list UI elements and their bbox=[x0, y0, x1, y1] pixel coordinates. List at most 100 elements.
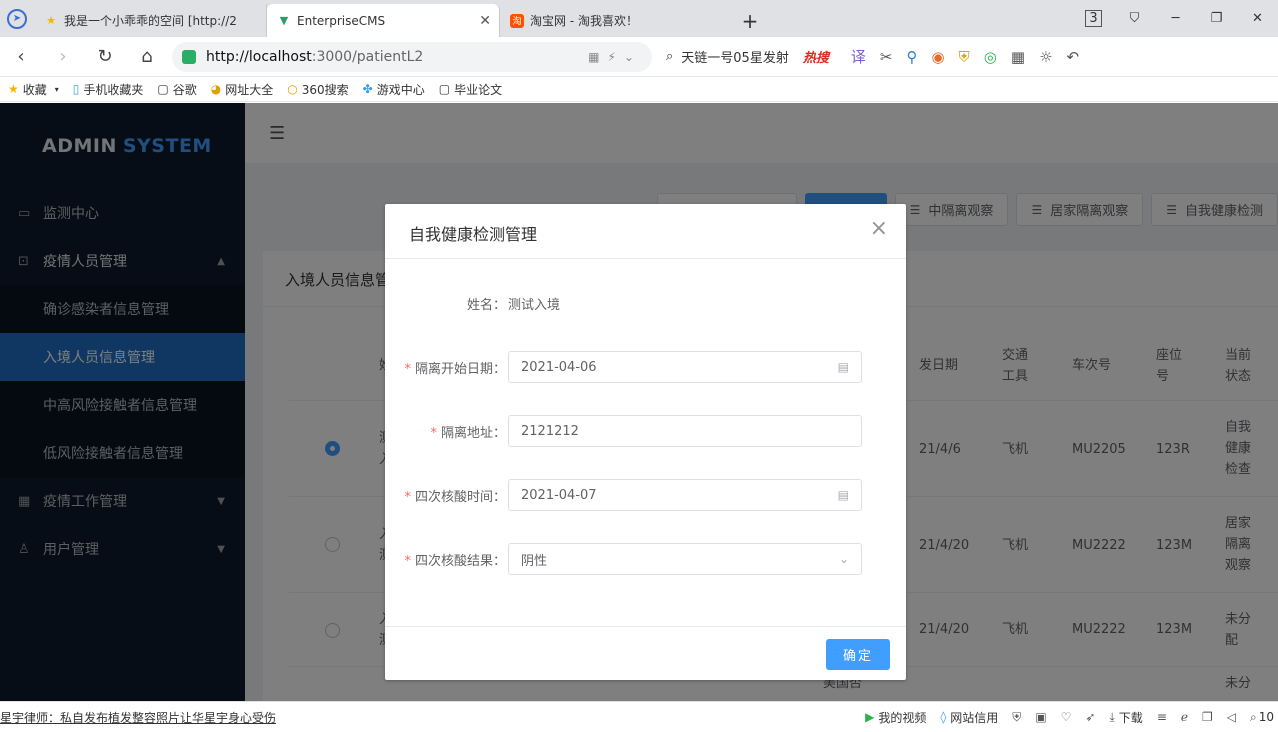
address-label: * 隔离地址： bbox=[385, 422, 508, 441]
form-row-name: 姓名： 测试入境 bbox=[385, 287, 906, 319]
status-label: 网站信用 bbox=[950, 710, 999, 725]
search-icon: ⌕ bbox=[666, 49, 674, 64]
status-label: 我的视频 bbox=[878, 710, 927, 725]
download-item[interactable]: ⤓ 下载 bbox=[1109, 709, 1142, 726]
dialog-title: 自我健康检测管理 bbox=[409, 225, 538, 244]
bookmark-360[interactable]: ○ 360搜索 bbox=[287, 81, 348, 98]
address-input[interactable]: 2121212 bbox=[508, 415, 862, 447]
browser-tab-3[interactable]: 淘 淘宝网 - 淘我喜欢！ bbox=[500, 4, 733, 37]
zoom-item[interactable]: ⌕ 10 bbox=[1250, 710, 1274, 725]
heart-icon[interactable]: ♡ bbox=[1061, 710, 1072, 724]
bookmark-favorites[interactable]: ★ 收藏 ▾ bbox=[8, 81, 59, 98]
hot-label: 热搜 bbox=[802, 51, 829, 66]
bookmark-label: 谷歌 bbox=[172, 82, 197, 97]
tab-count-badge[interactable]: 3 bbox=[1073, 10, 1114, 27]
star-icon: ★ bbox=[46, 14, 56, 27]
phone-icon: ▯ bbox=[72, 82, 80, 96]
test-result-select[interactable]: 阴性 ⌄ bbox=[508, 543, 862, 575]
page-icon: ▢ bbox=[438, 82, 451, 96]
news-ticker[interactable]: 星宇律师：私自发布植发整容照片让华星宇身心受伤 bbox=[0, 709, 520, 726]
minimize-icon[interactable]: ─ bbox=[1155, 11, 1196, 26]
bookmark-label: 360搜索 bbox=[301, 82, 349, 97]
compass-icon: ➤ bbox=[7, 8, 27, 29]
home-icon[interactable]: ⌂ bbox=[126, 46, 168, 67]
back-icon[interactable]: ‹ bbox=[0, 46, 42, 67]
download-icon: ⤓ bbox=[1109, 709, 1115, 724]
confirm-button[interactable]: 确定 bbox=[826, 639, 890, 670]
url-path: :3000/patientL2 bbox=[311, 48, 424, 65]
scissors-icon[interactable]: ✂ bbox=[880, 48, 893, 66]
label-text: 隔离开始日期： bbox=[414, 361, 506, 377]
shield-icon[interactable]: ⛨ bbox=[1012, 710, 1021, 725]
play-icon: ▶ bbox=[865, 710, 875, 724]
url-tools-icons[interactable]: ▦⚡⌄ bbox=[588, 50, 642, 64]
close-window-icon[interactable]: ✕ bbox=[1237, 11, 1278, 26]
tab-count: 3 bbox=[1085, 10, 1102, 27]
hot-search-text: 天链一号05星发射 bbox=[681, 51, 789, 66]
divider bbox=[385, 258, 906, 259]
game-icon[interactable]: ◉ bbox=[931, 48, 944, 66]
bookmark-label: 游戏中心 bbox=[376, 82, 425, 97]
zoom-icon: ⌕ bbox=[1249, 709, 1257, 724]
hot-search[interactable]: ⌕ 天链一号05星发射 热搜 bbox=[666, 47, 829, 66]
browser-tab-2[interactable]: ▼ EnterpriseCMS ✕ bbox=[267, 4, 500, 37]
required-mark: * bbox=[430, 425, 437, 441]
status-label: 下载 bbox=[1118, 710, 1143, 725]
status-tools: ▶ 我的视频 ◊ 网站信用 ⛨ ▣ ♡ ➶ ⤓ 下载 ≡ ℯ ❐ ◁ ⌕ 10 bbox=[865, 709, 1278, 726]
start-date-picker[interactable]: 2021-04-06 ▤ bbox=[508, 351, 862, 383]
browser-statusbar: 星宇律师：私自发布植发整容照片让华星宇身心受伤 ▶ 我的视频 ◊ 网站信用 ⛨ ▣ … bbox=[0, 701, 1278, 732]
bookmark-label: 网址大全 bbox=[225, 82, 274, 97]
url-input[interactable]: http://localhost:3000/patientL2 ▦⚡⌄ bbox=[172, 41, 652, 72]
required-mark: * bbox=[404, 553, 411, 569]
undo-icon[interactable]: ↶ bbox=[1067, 48, 1080, 66]
name-value: 测试入境 bbox=[508, 297, 561, 313]
menu-icon[interactable]: ≡ bbox=[1157, 710, 1167, 724]
bookmark-mobile[interactable]: ▯ 手机收藏夹 bbox=[73, 81, 144, 98]
my-video-item[interactable]: ▶ 我的视频 bbox=[865, 709, 926, 726]
calendar-icon: ▤ bbox=[837, 488, 849, 502]
secure-icon bbox=[182, 49, 196, 64]
test-time-label: * 四次核酸时间： bbox=[385, 486, 508, 505]
magnifier-icon[interactable]: ⚲ bbox=[906, 48, 917, 66]
drop-icon: ◊ bbox=[940, 710, 947, 724]
label-text: 四次核酸结果： bbox=[414, 553, 506, 569]
close-icon[interactable]: × bbox=[870, 218, 888, 240]
sun-icon[interactable]: ☼ bbox=[1039, 48, 1052, 66]
bookmark-sites[interactable]: ◕ 网址大全 bbox=[211, 81, 274, 98]
label-text: 隔离地址： bbox=[440, 425, 506, 441]
name-label: 姓名： bbox=[466, 297, 506, 313]
bookmark-label: 收藏 bbox=[22, 82, 47, 97]
browser-tab-1[interactable]: ★ 我是一个小乖乖的空间 [http://2 bbox=[34, 4, 267, 37]
clover-icon: ✤ bbox=[362, 82, 373, 96]
window-icon[interactable]: ❐ bbox=[1202, 710, 1213, 724]
image-icon[interactable]: ▣ bbox=[1035, 710, 1046, 724]
site-trust-item[interactable]: ◊ 网站信用 bbox=[940, 709, 998, 726]
close-tab-icon[interactable]: ✕ bbox=[479, 13, 491, 29]
bookmark-label: 手机收藏夹 bbox=[83, 82, 144, 97]
bookmark-google[interactable]: ▢ 谷歌 bbox=[157, 81, 196, 98]
new-tab-button[interactable]: + bbox=[733, 4, 767, 37]
form-row-test-time: * 四次核酸时间： 2021-04-07 ▤ bbox=[385, 479, 906, 511]
input-value: 2121212 bbox=[521, 423, 579, 439]
shield-icon[interactable]: ⛨ bbox=[959, 48, 970, 66]
browser-logo[interactable]: ➤ bbox=[0, 0, 34, 37]
maximize-icon[interactable]: ❐ bbox=[1196, 11, 1237, 26]
grid-icon[interactable]: ▦ bbox=[1011, 48, 1025, 66]
reload-icon[interactable]: ↻ bbox=[84, 46, 126, 67]
ie-icon[interactable]: ℯ bbox=[1181, 710, 1188, 724]
extension-icons: 译 ✂ ⚲ ◉ ⛨ ◎ ▦ ☼ ↶ bbox=[851, 46, 1079, 67]
required-mark: * bbox=[404, 361, 411, 377]
speaker-icon[interactable]: ◁ bbox=[1227, 710, 1236, 724]
bookmark-label: 毕业论文 bbox=[454, 82, 503, 97]
window-controls: 3 ⛉ ─ ❐ ✕ bbox=[1073, 0, 1278, 37]
required-mark: * bbox=[404, 489, 411, 505]
translate-icon[interactable]: 译 bbox=[851, 46, 866, 67]
green-circle-icon[interactable]: ◎ bbox=[984, 48, 997, 66]
rocket-icon[interactable]: ➶ bbox=[1085, 710, 1095, 724]
tab-title: 我是一个小乖乖的空间 [http://2 bbox=[64, 14, 237, 28]
test-time-picker[interactable]: 2021-04-07 ▤ bbox=[508, 479, 862, 511]
bookmark-games[interactable]: ✤ 游戏中心 bbox=[363, 81, 425, 98]
bookmark-thesis[interactable]: ▢ 毕业论文 bbox=[439, 81, 502, 98]
forward-icon[interactable]: › bbox=[42, 46, 84, 67]
shirt-icon[interactable]: ⛉ bbox=[1114, 11, 1155, 26]
